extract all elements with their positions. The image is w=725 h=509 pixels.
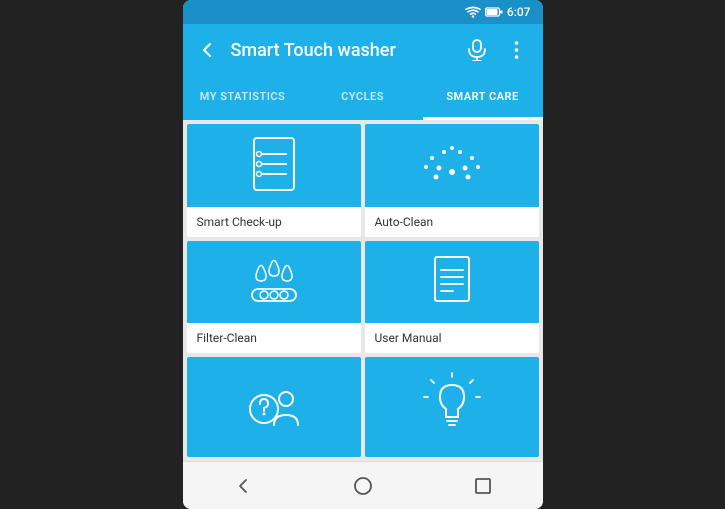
nav-recent-button[interactable] [459,462,507,509]
status-icons: 6:07 [465,5,531,19]
autoclean-icon [412,130,492,200]
filterclean-icon [234,247,314,317]
card-label-filter-clean: Filter-Clean [187,323,361,353]
toolbar-title: Smart Touch washer [231,40,451,61]
nav-back-icon [233,476,253,496]
more-button[interactable] [499,32,535,68]
card-image-help [187,357,361,457]
nav-recent-icon [473,476,493,496]
wifi-icon [465,6,481,18]
checkup-icon [239,130,309,200]
card-tips[interactable] [365,357,539,457]
card-label-auto-clean: Auto-Clean [365,207,539,237]
battery-icon [485,7,503,17]
card-smart-checkup[interactable]: Smart Check-up [187,124,361,237]
cards-grid: Smart Check-up [183,120,543,461]
card-help[interactable] [187,357,361,457]
card-filter-clean[interactable]: Filter-Clean [187,241,361,354]
nav-home-icon [353,476,373,496]
back-arrow-icon [197,40,217,60]
card-user-manual[interactable]: User Manual [365,241,539,354]
toolbar-actions [459,32,535,68]
card-image-filter-clean [187,241,361,324]
nav-home-button[interactable] [339,462,387,509]
card-image-auto-clean [365,124,539,207]
card-label-smart-checkup: Smart Check-up [187,207,361,237]
nav-bar [183,461,543,509]
tab-my-statistics[interactable]: MY STATISTICS [183,76,303,120]
tab-cycles[interactable]: CYCLES [303,76,423,120]
card-label-user-manual: User Manual [365,323,539,353]
phone-container: 6:07 Smart Touch washer [183,0,543,509]
nav-back-button[interactable] [219,462,267,509]
mic-icon [467,39,487,61]
mic-button[interactable] [459,32,495,68]
toolbar: Smart Touch washer [183,24,543,76]
help-icon [234,367,314,447]
status-bar: 6:07 [183,0,543,24]
card-image-smart-checkup [187,124,361,207]
more-icon [514,40,519,60]
card-image-user-manual [365,241,539,324]
tips-icon [412,367,492,447]
card-image-tips [365,357,539,457]
time-display: 6:07 [507,5,531,19]
usermanual-icon [417,247,487,317]
tabs-bar: MY STATISTICS CYCLES SMART CARE [183,76,543,120]
card-auto-clean[interactable]: Auto-Clean [365,124,539,237]
tab-smart-care[interactable]: SMART CARE [423,76,543,120]
back-button[interactable] [191,34,223,66]
